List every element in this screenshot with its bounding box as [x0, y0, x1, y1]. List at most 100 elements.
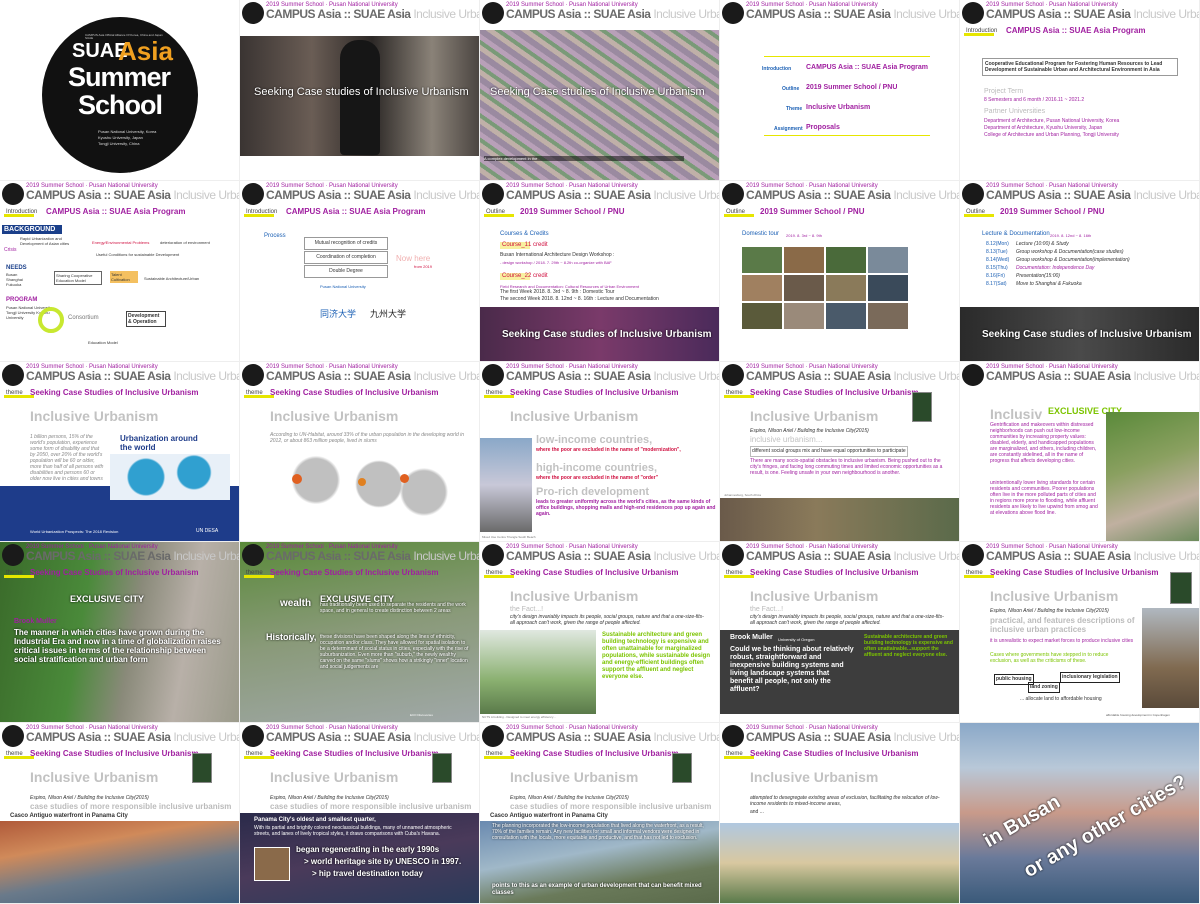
- slide-9[interactable]: 2019 Summer School · Pusan National Univ…: [720, 180, 960, 362]
- header-program: CAMPUS Asia :: SUAE Asia: [26, 187, 171, 202]
- mall-caption: Mixed Use Centre Triangle South Beach: [482, 534, 536, 539]
- low-income-heading: low-income countries,: [536, 433, 653, 446]
- agenda-val-2[interactable]: 2019 Summer School / PNU: [806, 84, 897, 91]
- slide-header: 2019 Summer School · Pusan National Univ…: [0, 363, 239, 386]
- header-line-2: CAMPUS Asia :: SUAE Asia Inclusive Urban…: [746, 7, 959, 21]
- slide-header: 2019 Summer School · Pusan National Univ…: [720, 182, 959, 205]
- slide-25[interactable]: in Busan or any other cities?: [960, 723, 1200, 904]
- header-theme: Inclusive Urbanism: [413, 730, 480, 745]
- book-cover: [192, 753, 212, 784]
- slide-10[interactable]: 2019 Summer School · Pusan National Univ…: [960, 180, 1200, 362]
- header-program: CAMPUS Asia :: SUAE Asia: [746, 730, 891, 745]
- header-line-2: CAMPUS Asia :: SUAE Asia Inclusive Urban…: [266, 188, 479, 202]
- slide-20[interactable]: 2019 Summer School · Pusan National Univ…: [960, 542, 1200, 724]
- section-title: Seeking Case Studies of Inclusive Urbani…: [30, 568, 199, 578]
- slide-18[interactable]: 2019 Summer School · Pusan National Univ…: [480, 542, 720, 724]
- header-program: CAMPUS Asia :: SUAE Asia: [506, 368, 651, 383]
- un-label: UN DESA: [196, 527, 219, 534]
- housing-caption: affordable housing development in Copenh…: [1106, 713, 1170, 718]
- slide-14[interactable]: 2019 Summer School · Pusan National Univ…: [720, 361, 960, 543]
- muller-quote: Could we be thinking about relatively ro…: [730, 646, 854, 694]
- slide-6[interactable]: 2019 Summer School · Pusan National Univ…: [0, 180, 240, 362]
- section-title: Seeking Case Studies of Inclusive Urbani…: [510, 568, 679, 578]
- agenda-val-3[interactable]: Inclusive Urbanism: [806, 104, 870, 111]
- section-title: CAMPUS Asia :: SUAE Asia Program: [286, 206, 426, 216]
- slide-15[interactable]: 2019 Summer School · Pusan National Univ…: [960, 361, 1200, 543]
- eco-caption: ECO Discoveries: [410, 713, 433, 718]
- slide-header: 2019 Summer School · Pusan National Univ…: [0, 182, 239, 205]
- book-ref: Espino, Nilson Ariel / Building the Incl…: [750, 427, 869, 434]
- from-label: from 2019: [414, 263, 433, 269]
- tour-photo-2: [784, 246, 824, 273]
- section-key-underline: [724, 213, 754, 217]
- mini-logo-icon: [722, 544, 744, 567]
- high-income-text: where the poor are excluded in the name …: [536, 474, 658, 481]
- tour-heading: Domestic tour: [742, 230, 780, 237]
- course-1-credit: 1 credit: [528, 241, 548, 248]
- quarter-desc: With its partial and brightly colored ne…: [254, 825, 452, 838]
- header-line-2: CAMPUS Asia :: SUAE Asia Inclusive Urban…: [746, 730, 959, 745]
- agenda-val-1[interactable]: CAMPUS Asia :: SUAE Asia Program: [806, 64, 928, 71]
- agenda-key-1[interactable]: Introduction: [762, 66, 791, 72]
- pro-rich-text: leads to greater uniformity across the w…: [536, 498, 716, 517]
- needs-sustainable: Sustainable Architecture/Urban: [144, 275, 200, 281]
- slide-3-caption: A complex development in the: [484, 156, 684, 161]
- term-text: 8 Semesters and 6 month / 2016.11 ~ 2021…: [984, 97, 1085, 103]
- header-program: CAMPUS Asia :: SUAE Asia: [266, 7, 411, 21]
- slide-2[interactable]: 2019 Summer School · Pusan National Univ…: [240, 0, 480, 181]
- slum-marker-1: [292, 473, 302, 484]
- map-title: Urbanization around the world: [120, 433, 198, 452]
- fact-label: the Fact...!: [510, 606, 544, 614]
- gentrification-text: Gentrification and makeovers within dist…: [990, 421, 1097, 464]
- section-title: Seeking Case Studies of Inclusive Urbani…: [750, 387, 919, 397]
- lecture-dates: 2019. 8. 12nd ~ 8. 16th: [1050, 232, 1092, 238]
- cover-word-school: School: [78, 90, 163, 120]
- slide-17[interactable]: 2019 Summer School · Pusan National Univ…: [240, 542, 480, 724]
- slide-3[interactable]: 2019 Summer School · Pusan National Univ…: [480, 0, 720, 181]
- panama-label: Casco Antiguo waterfront in Panama City: [490, 813, 608, 820]
- mini-logo-icon: [242, 725, 264, 748]
- slide-23[interactable]: 2019 Summer School · Pusan National Univ…: [480, 723, 720, 904]
- slide-5[interactable]: 2019 Summer School · Pusan National Univ…: [960, 0, 1200, 181]
- slide-21[interactable]: 2019 Summer School · Pusan National Univ…: [0, 723, 240, 904]
- book-ref: Espino, Nilson Ariel / Building the Incl…: [510, 795, 629, 802]
- slide-12[interactable]: 2019 Summer School · Pusan National Univ…: [240, 361, 480, 543]
- now-here-label: Now here: [396, 253, 431, 263]
- book-ref: Espino, Nilson Ariel / Building the Incl…: [990, 608, 1109, 615]
- header-program: CAMPUS Asia :: SUAE Asia: [506, 187, 651, 202]
- palm-city-photo: [720, 823, 959, 903]
- slide-7[interactable]: 2019 Summer School · Pusan National Univ…: [240, 180, 480, 362]
- agenda-key-2[interactable]: Outline: [782, 86, 799, 92]
- agenda-key-4[interactable]: Assignment: [774, 126, 803, 132]
- header-line-2: CAMPUS Asia :: SUAE Asia Inclusive Urban…: [26, 730, 239, 744]
- slide-19[interactable]: 2019 Summer School · Pusan National Univ…: [720, 542, 960, 724]
- slide-grid: CAMPUS Asia Official Alliance Of Korea, …: [0, 0, 1200, 904]
- header-line-2: CAMPUS Asia :: SUAE Asia Inclusive Urban…: [266, 369, 479, 383]
- tour-photo-4: [868, 246, 908, 273]
- slide-8[interactable]: 2019 Summer School · Pusan National Univ…: [480, 180, 720, 362]
- slide-13[interactable]: 2019 Summer School · Pusan National Univ…: [480, 361, 720, 543]
- obstacles-text: There are many socio-spatial obstacles t…: [750, 457, 943, 476]
- header-line-2: CAMPUS Asia :: SUAE Asia Inclusive Urban…: [26, 187, 239, 202]
- needs-talent: Talent Cultivation: [110, 270, 138, 283]
- regeneration-text: began regenerating in the early 1990s: [296, 845, 440, 855]
- section-title: 2019 Summer School / PNU: [1000, 206, 1105, 216]
- slide-22[interactable]: 2019 Summer School · Pusan National Univ…: [240, 723, 480, 904]
- slum-text: According to UN-Habitat, around 33% of t…: [270, 431, 465, 444]
- agenda-val-4[interactable]: Proposals: [806, 124, 840, 131]
- slide-24[interactable]: 2019 Summer School · Pusan National Univ…: [720, 723, 960, 904]
- mini-logo-icon: [242, 2, 264, 24]
- sched-text-1: Lecture (10:00) & Study: [1016, 240, 1069, 247]
- bg-text-2: Energy/Environmental Problems: [92, 239, 150, 245]
- slide-header: 2019 Summer School · Pusan National Univ…: [240, 2, 479, 24]
- slide-4[interactable]: 2019 Summer School · Pusan National Univ…: [720, 0, 960, 181]
- header-theme: Inclusive Urbanism: [653, 368, 720, 383]
- slide-16[interactable]: 2019 Summer School · Pusan National Univ…: [0, 542, 240, 724]
- agenda-key-3[interactable]: Theme: [786, 106, 802, 112]
- slide-11[interactable]: 2019 Summer School · Pusan National Univ…: [0, 361, 240, 543]
- program-label: PROGRAM: [6, 296, 38, 303]
- world-map: [110, 453, 230, 500]
- header-line-2: CAMPUS Asia :: SUAE Asia Inclusive Urban…: [26, 549, 239, 563]
- book-cover: [432, 753, 452, 784]
- slide-cover[interactable]: CAMPUS Asia Official Alliance Of Korea, …: [0, 0, 240, 181]
